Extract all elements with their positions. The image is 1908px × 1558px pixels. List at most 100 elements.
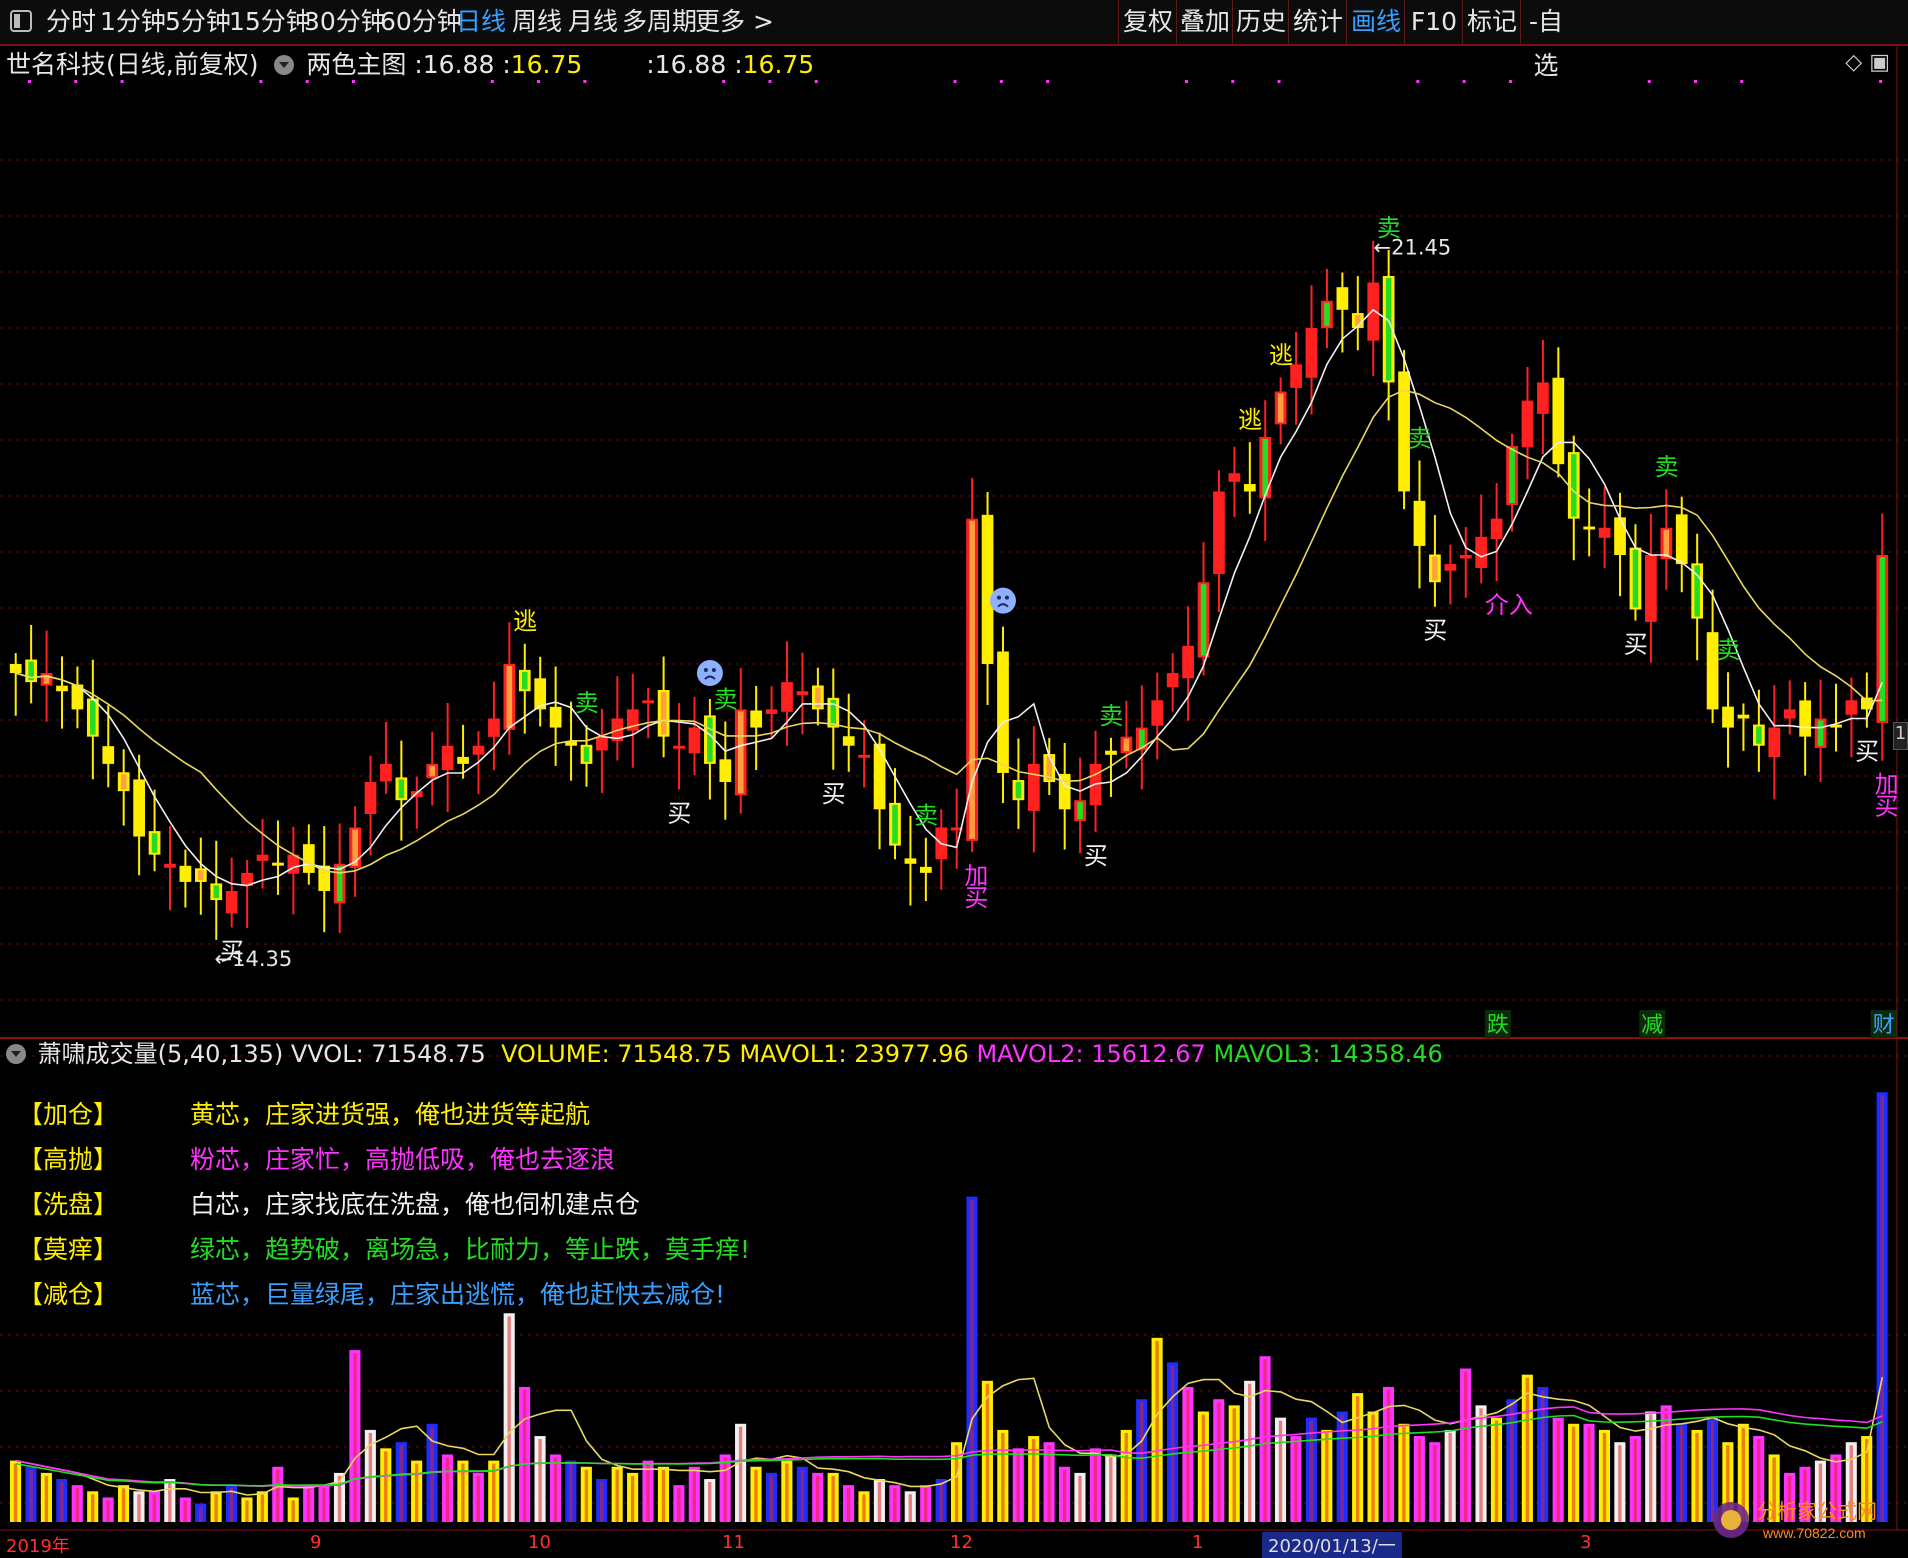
candle-core [583, 746, 590, 762]
candle-body [56, 685, 68, 692]
candle-core [1756, 726, 1762, 744]
candle-core [198, 870, 204, 880]
legend-text: 绿芯，趋势破，离场急，比耐力，等止跌，莫手痒! [190, 1235, 751, 1264]
candle-core [506, 665, 513, 728]
candle-body [1845, 700, 1858, 715]
volume-core [1201, 1414, 1206, 1522]
legend-tag: 【加仓】 [18, 1100, 119, 1129]
marker-dot [305, 80, 309, 83]
legend-text: 蓝芯，巨量绿尾，庄家出逃慌，俺也赶快去减仓! [190, 1280, 726, 1309]
candle-core [1385, 277, 1392, 381]
bottom-marker: 财 [1873, 1013, 1895, 1038]
candle-body [858, 754, 871, 758]
candle-body [765, 709, 778, 714]
candle-body [164, 863, 176, 868]
volume-core [260, 1494, 265, 1522]
volume-core [306, 1488, 311, 1522]
volume-core [1047, 1445, 1051, 1522]
volume-core [630, 1475, 635, 1522]
marker-dot [74, 80, 78, 83]
svg-text:分析家公式网: 分析家公式网 [1757, 1500, 1877, 1523]
signal-enter: 介入 [1485, 591, 1533, 619]
volume-core [1556, 1420, 1560, 1522]
candle-body [1475, 536, 1488, 569]
candle-core [151, 833, 158, 853]
volume-core [183, 1500, 187, 1522]
volume-core [1510, 1402, 1514, 1522]
volume-core [1494, 1420, 1499, 1522]
volume-core [1031, 1439, 1036, 1522]
candle-body [642, 700, 655, 704]
candle-body [302, 844, 315, 873]
volume-core [1402, 1426, 1406, 1522]
volume-core [137, 1494, 141, 1522]
ma-slow-line [15, 389, 1883, 874]
volume-core [291, 1500, 295, 1522]
volume-core [769, 1475, 774, 1522]
volume-core [75, 1488, 79, 1522]
candle-body [1598, 527, 1611, 538]
marker-dot [351, 80, 355, 83]
sad-face-icon [696, 660, 723, 687]
candle-core [1123, 738, 1130, 752]
signal-sell: 卖 [1408, 424, 1432, 452]
volume-core [553, 1457, 558, 1522]
volume-core [954, 1445, 959, 1522]
volume-core [106, 1500, 110, 1522]
volume-core [646, 1463, 650, 1522]
mavol3-value: MAVOL3: 14358.46 [1213, 1040, 1443, 1068]
volume-core [1309, 1420, 1314, 1522]
marker-dot [1508, 80, 1512, 83]
volume-core [507, 1316, 511, 1522]
candle-body [719, 759, 732, 783]
date-axis-label: 10 [528, 1532, 551, 1553]
volume-core [862, 1494, 866, 1522]
volume-core [970, 1199, 974, 1522]
sad-face-eye [703, 668, 708, 673]
volume-core [90, 1494, 95, 1522]
volume-core [1247, 1383, 1252, 1522]
vvol-value: VVOL: 71548.75 [290, 1040, 486, 1068]
sad-face-eye [1004, 595, 1009, 600]
candle-core [1663, 529, 1670, 558]
volume-core [1186, 1389, 1190, 1522]
candle-body [364, 782, 377, 815]
marker-dot [768, 80, 772, 83]
signal-escape: 逃 [513, 608, 537, 636]
kline-chart[interactable]: ←21.45←14.35买逃卖买卖买卖加买买卖逃逃卖卖买介入买卖卖买加买跌减财 [0, 0, 1908, 1551]
marker-dot [722, 80, 726, 83]
candle-body [256, 854, 269, 861]
legend-text: 白芯，庄家找底在洗盘，俺也伺机建点仓 [190, 1190, 641, 1219]
candle-core [1570, 454, 1577, 517]
candle-body [1027, 763, 1040, 811]
volume-core [1371, 1414, 1375, 1522]
volume-core [1062, 1469, 1067, 1522]
volume-dropdown-icon[interactable] [6, 1044, 26, 1064]
marker-dot [1462, 80, 1466, 83]
volume-core [584, 1469, 589, 1522]
date-axis-label: 9 [310, 1532, 322, 1553]
candle-body [1459, 555, 1472, 559]
candle-core [429, 765, 435, 777]
candle-core [398, 779, 405, 799]
volume-indicator-name[interactable]: 萧啸成交量(5,40,135) [38, 1040, 284, 1068]
candle-body [1490, 518, 1503, 540]
volume-core [831, 1475, 835, 1522]
candle-body [842, 736, 855, 746]
candle-body [1243, 484, 1256, 492]
date-axis: 2019年 9 10 11 12 1 2020/01/13/一 3 [0, 1532, 1908, 1558]
legend-row: 【减仓】 蓝芯，巨量绿尾，庄家出逃慌，俺也赶快去减仓! [18, 1272, 750, 1317]
mavol1-value: MAVOL1: 23977.96 [739, 1040, 969, 1068]
volume-core [399, 1445, 403, 1522]
sad-face-eye [711, 668, 716, 673]
candle-body [272, 862, 284, 866]
volume-core [1695, 1432, 1699, 1522]
volume-core [1602, 1432, 1607, 1522]
candle-core [892, 804, 898, 844]
volume-core [152, 1494, 157, 1522]
right-edge-label: 1 [1893, 722, 1908, 750]
volume-core [1232, 1408, 1236, 1522]
marker-dot [1277, 80, 1281, 83]
volume-core [476, 1475, 481, 1522]
volume-core [846, 1488, 851, 1522]
